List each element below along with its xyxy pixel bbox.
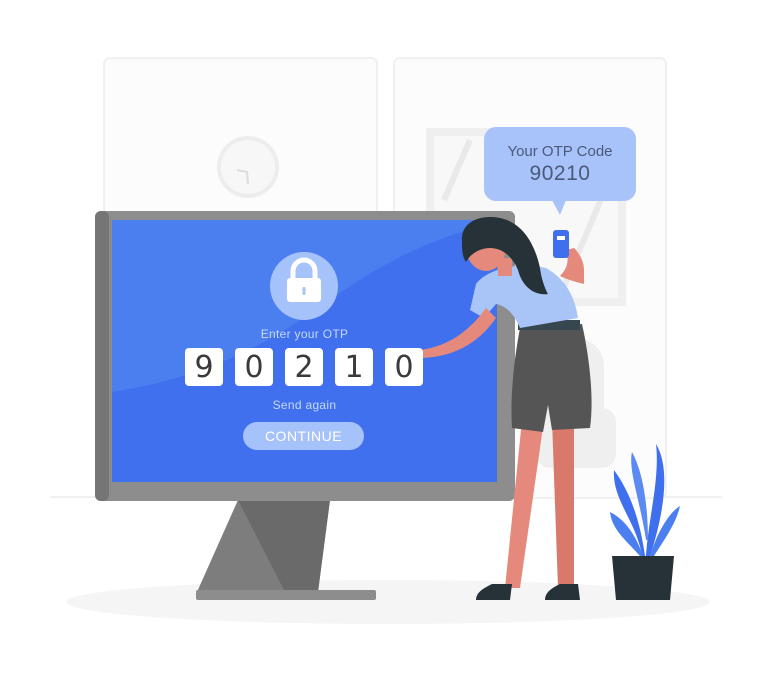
otp-digit-row: 9 0 2 1 0 [185,348,423,386]
otp-digit-2[interactable]: 0 [235,348,273,386]
bubble-code: 90210 [529,162,591,185]
floor-shadow [66,580,710,624]
send-again-link[interactable]: Send again [112,398,497,412]
otp-digit-5[interactable]: 0 [385,348,423,386]
phone-icon [553,230,569,258]
otp-digit-3[interactable]: 2 [285,348,323,386]
otp-bubble: Your OTP Code 90210 [485,143,635,187]
otp-screen: Enter your OTP 9 0 2 1 0 Send again CONT… [112,220,497,482]
continue-button[interactable]: CONTINUE [243,422,364,450]
otp-prompt: Enter your OTP [260,327,349,341]
otp-digit-4[interactable]: 1 [335,348,373,386]
clock-icon [217,136,279,198]
bubble-title: Your OTP Code [507,143,613,160]
otp-digit-1[interactable]: 9 [185,348,223,386]
